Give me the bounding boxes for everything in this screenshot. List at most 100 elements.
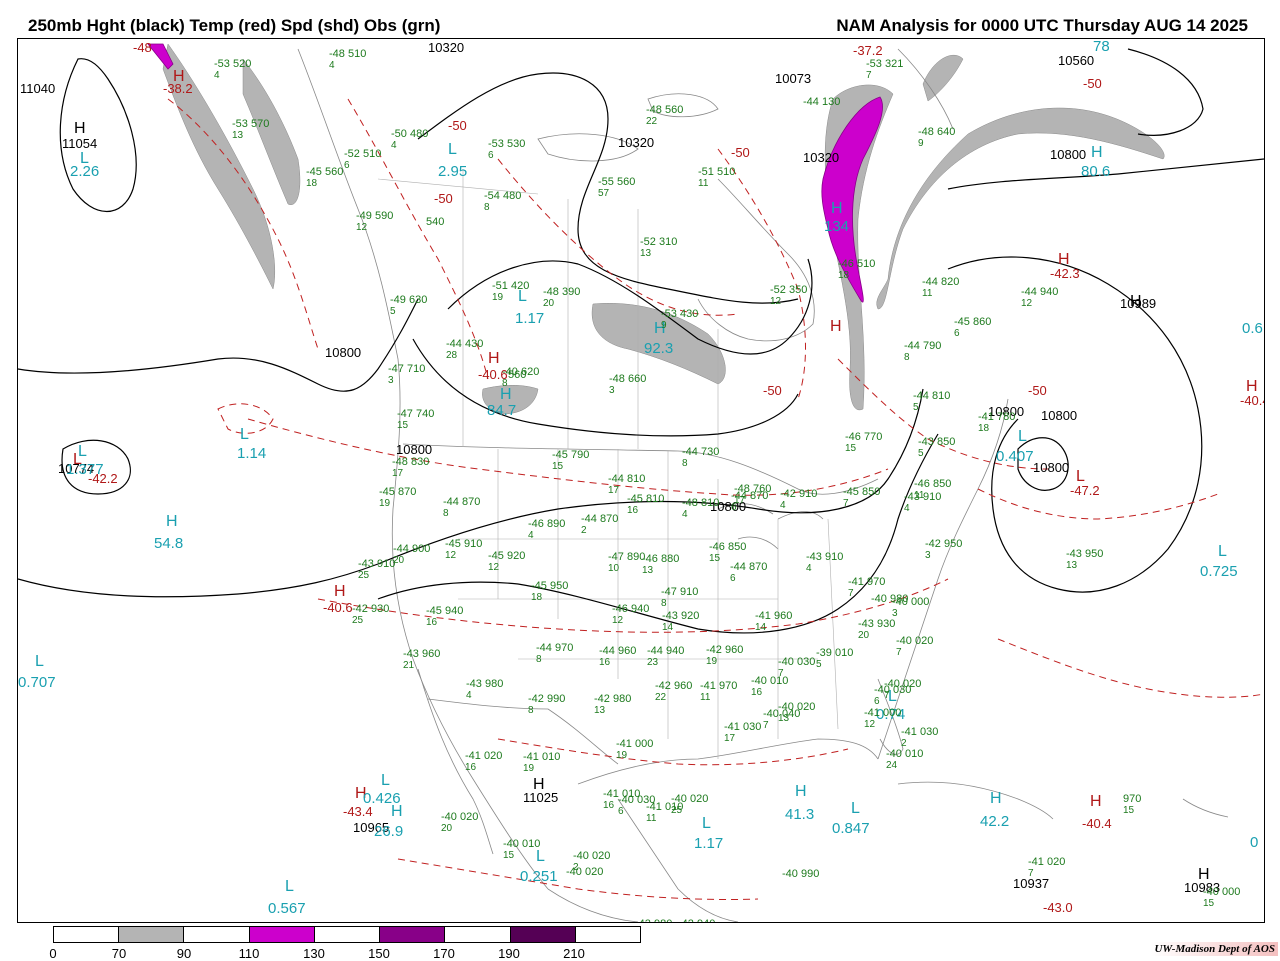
station-observation: -41 020 7 xyxy=(1028,857,1065,879)
obs-temperature: 560 xyxy=(508,369,527,381)
station-observation: -53 570 13 xyxy=(232,119,269,141)
obs-dewpoint-depression: 13 xyxy=(232,130,244,141)
height-center-label: H xyxy=(74,120,86,137)
obs-dewpoint-depression: 7 xyxy=(843,498,849,509)
obs-dewpoint-depression: 8 xyxy=(904,352,910,363)
obs-temperature: -44 xyxy=(536,642,555,654)
obs-dewpoint-depression: 15 xyxy=(552,461,564,472)
obs-dewpoint-depression: 4 xyxy=(528,530,534,541)
obs-dewpoint-depression: 4 xyxy=(682,509,688,520)
obs-dewpoint-depression: 6 xyxy=(618,806,624,817)
height-center-label: 11054 xyxy=(62,136,98,151)
obs-dewpoint-depression: 8 xyxy=(443,508,449,519)
obs-height: 910 xyxy=(922,491,942,503)
obs-height: 810 xyxy=(626,473,646,485)
obs-dewpoint-depression: 15 xyxy=(709,553,721,564)
obs-dewpoint-depression: 12 xyxy=(1021,298,1033,309)
wind-speed-label: 134 xyxy=(824,218,850,235)
obs-dewpoint-depression: 7 xyxy=(884,690,890,701)
colorbar-tick: 70 xyxy=(111,946,127,961)
obs-temperature: -42 xyxy=(678,918,697,923)
obs-height: 790 xyxy=(922,340,942,352)
obs-temperature: -44 xyxy=(443,496,462,508)
wind-speed-label: 80.6 xyxy=(1081,163,1111,180)
obs-dewpoint-depression: 4 xyxy=(214,70,220,81)
obs-dewpoint-depression: 16 xyxy=(599,657,611,668)
colorbar-tick: 0 xyxy=(49,946,57,961)
obs-temperature: -40 xyxy=(751,675,770,687)
obs-dewpoint-depression: 25 xyxy=(358,570,370,581)
temperature-label: -50 xyxy=(1028,383,1047,398)
obs-height: 480 xyxy=(502,190,522,202)
obs-height: 920 xyxy=(506,550,526,562)
obs-temperature: -44 xyxy=(730,561,749,573)
station-observation: -41 030 17 xyxy=(724,722,761,744)
obs-dewpoint-depression: 25 xyxy=(671,805,683,816)
colorbar-segment xyxy=(314,927,381,942)
obs-temperature: -48 xyxy=(918,126,937,138)
obs-dewpoint-depression: 7 xyxy=(866,70,872,81)
obs-dewpoint-depression: 22 xyxy=(655,692,667,703)
obs-dewpoint-depression: 9 xyxy=(661,320,667,331)
obs-height: 560 xyxy=(324,166,344,178)
obs-temperature: -44 xyxy=(581,513,600,525)
obs-height: 010 xyxy=(834,647,854,659)
obs-temperature: -42 xyxy=(635,918,654,923)
obs-dewpoint-depression: 3 xyxy=(925,550,931,561)
obs-height: 960 xyxy=(421,648,441,660)
obs-temperature: -40 xyxy=(763,708,782,720)
obs-dewpoint-depression: 11 xyxy=(922,288,933,299)
obs-temperature: -41 xyxy=(724,721,743,733)
station-observation: -48 640 9 xyxy=(918,127,955,149)
wind-speed-label: H xyxy=(391,803,403,820)
station-observation: -55 560 57 xyxy=(598,177,635,199)
station-observation: -41 030 2 xyxy=(901,727,938,749)
weather-map: H 11054 11040 10560 10073 10320 10320 10800 H 109… xyxy=(17,38,1265,923)
station-observation: -43 910 4 xyxy=(806,552,843,574)
height-center-label: 10800 xyxy=(1033,460,1070,475)
station-observation: -41 020 16 xyxy=(465,751,502,773)
obs-temperature: -41 xyxy=(901,726,920,738)
station-observation: -40 020 25 xyxy=(671,794,708,816)
obs-temperature: -40 xyxy=(778,656,797,668)
station-observation: -45 860 6 xyxy=(954,317,991,339)
height-center-label: 10989 xyxy=(1120,296,1157,311)
wind-speed-label: L xyxy=(448,141,457,158)
station-observation: -42 960 22 xyxy=(655,681,692,703)
obs-temperature: -48 xyxy=(682,497,701,509)
obs-temperature: -40 xyxy=(886,748,905,760)
obs-temperature: -43 xyxy=(918,436,937,448)
obs-dewpoint-depression: 13 xyxy=(642,565,654,576)
obs-height: 030 xyxy=(796,656,816,668)
station-observation: -40 020 7 xyxy=(884,679,921,701)
colorbar-tick: 210 xyxy=(563,946,585,961)
obs-height: 780 xyxy=(996,411,1016,423)
station-observation: -42 980 13 xyxy=(594,694,631,716)
obs-height: 510 xyxy=(347,48,367,60)
obs-temperature: -41 xyxy=(616,738,635,750)
station-observation: -41 970 11 xyxy=(700,681,737,703)
obs-temperature: -48 xyxy=(543,286,562,298)
station-observation: -43 950 13 xyxy=(1066,549,1103,571)
wind-speed-label: 0.567 xyxy=(268,900,306,917)
obs-temperature: -44 xyxy=(608,473,627,485)
speed-shading-70-90 xyxy=(162,43,1165,415)
obs-height: 880 xyxy=(660,553,680,565)
wind-speed-label: 78 xyxy=(1093,38,1110,55)
analysis-time-title: NAM Analysis for 0000 UTC Thursday AUG 1… xyxy=(836,16,1248,35)
wind-speed-label: L xyxy=(381,772,390,789)
obs-height: 980 xyxy=(484,678,504,690)
obs-dewpoint-depression: 4 xyxy=(329,60,335,71)
obs-dewpoint-depression: 57 xyxy=(598,188,610,199)
wind-speed-label: 0.707 xyxy=(18,674,56,691)
obs-dewpoint-depression: 11 xyxy=(700,692,711,703)
colorbar-tick: 150 xyxy=(368,946,390,961)
colorbar-segment xyxy=(510,927,576,942)
obs-dewpoint-depression: 2 xyxy=(581,525,587,536)
obs-height: 970 xyxy=(554,642,574,654)
obs-height: 030 xyxy=(919,726,939,738)
obs-temperature: -42 xyxy=(706,644,725,656)
obs-dewpoint-depression: 6 xyxy=(344,160,350,171)
height-center-label: 10560 xyxy=(1058,53,1095,68)
station-observation: -44 810 5 xyxy=(913,391,950,413)
